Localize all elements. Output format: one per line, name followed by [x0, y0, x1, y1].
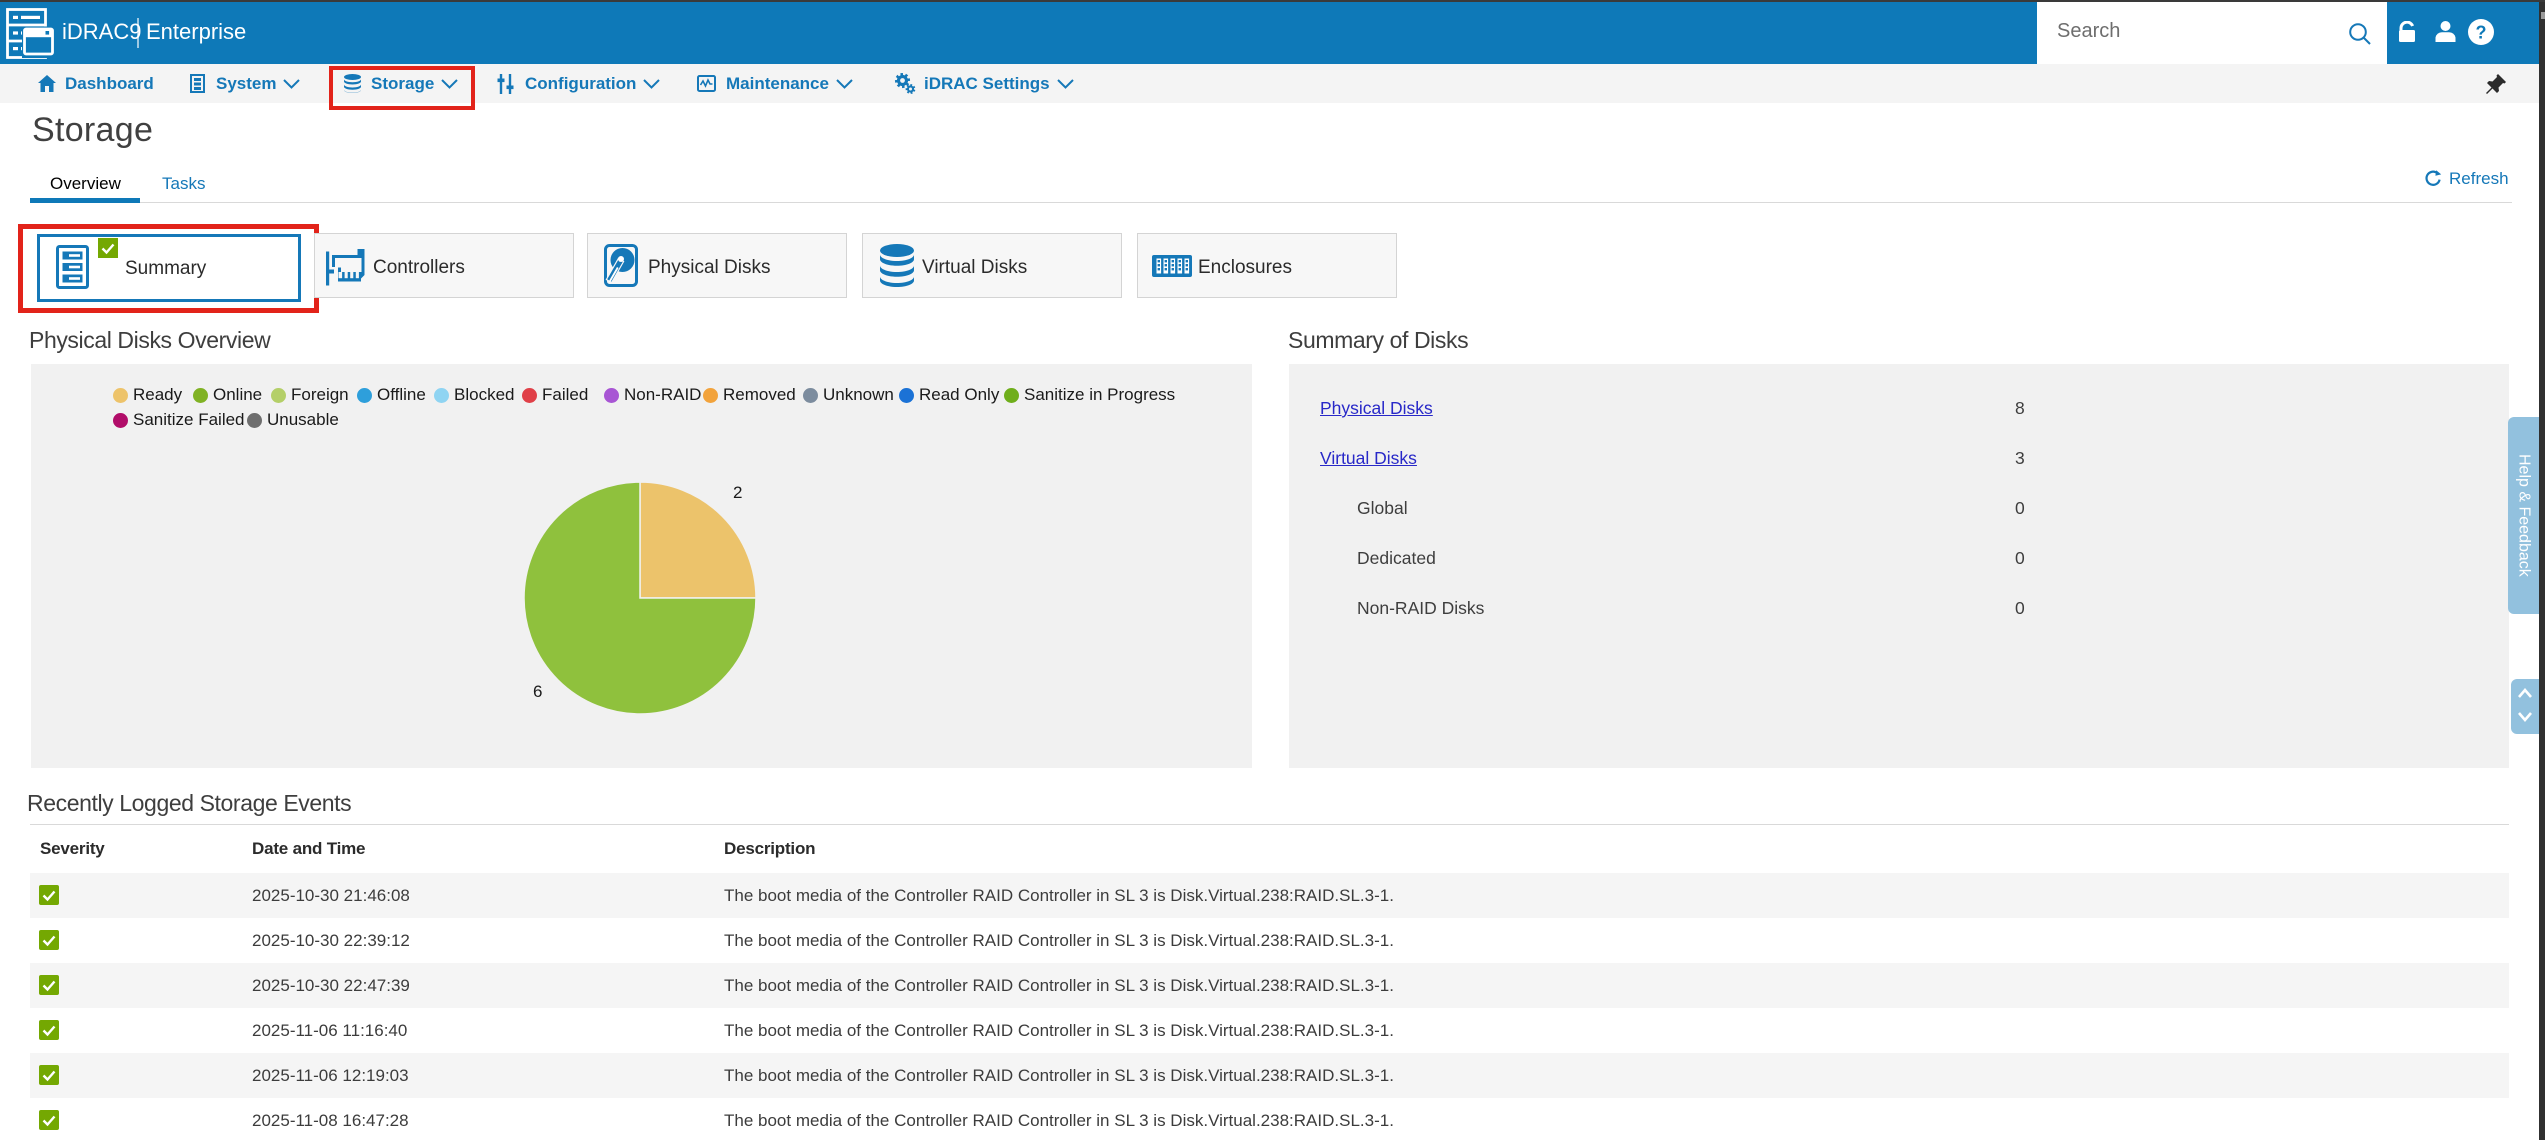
svg-text:?: ? [2476, 23, 2487, 43]
